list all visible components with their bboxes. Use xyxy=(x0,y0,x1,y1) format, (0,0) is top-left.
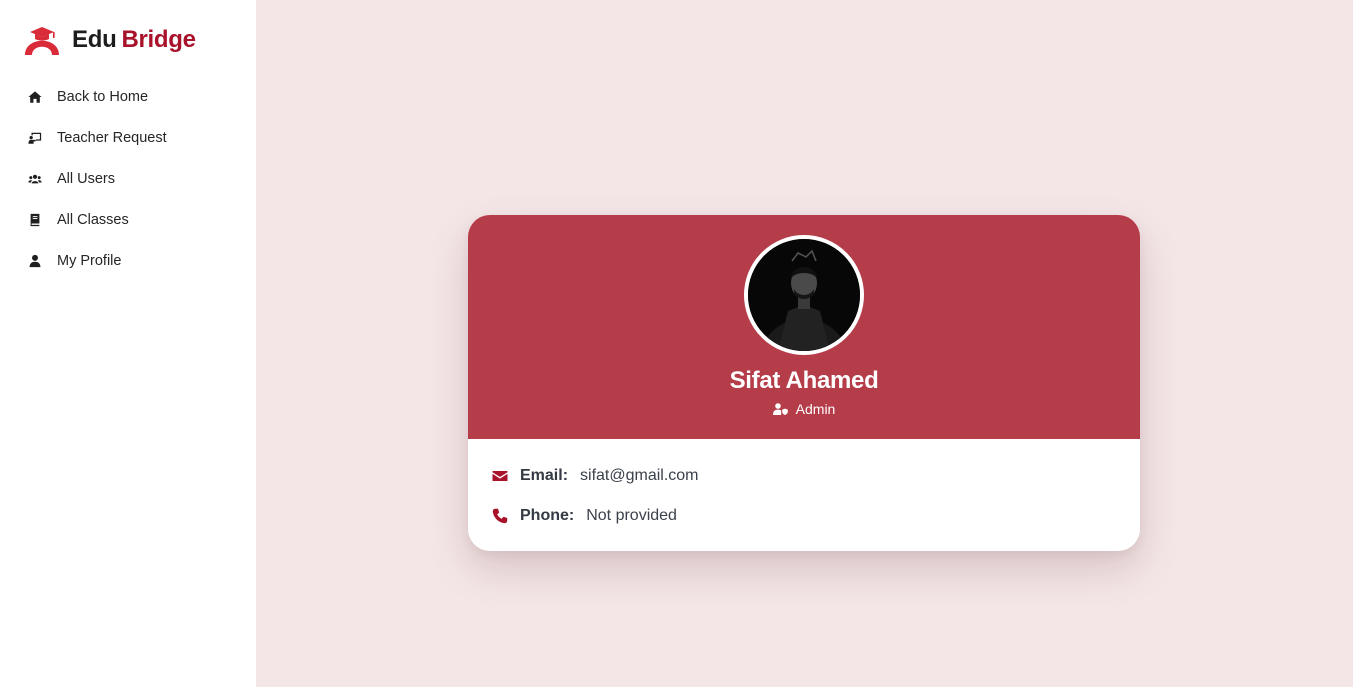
sidebar-item-label: My Profile xyxy=(57,252,122,269)
profile-role: Admin xyxy=(772,401,836,417)
phone-value: Not provided xyxy=(586,507,677,524)
sidebar-nav: Back to Home Teacher Request All Users A… xyxy=(22,76,256,281)
phone-label: Phone: xyxy=(520,507,575,524)
envelope-icon xyxy=(492,468,508,484)
email-row: Email: sifat@gmail.com xyxy=(492,465,1116,487)
users-icon xyxy=(27,171,43,187)
email-label: Email: xyxy=(520,467,569,484)
avatar xyxy=(744,235,864,355)
sidebar-item-my-profile[interactable]: My Profile xyxy=(22,240,256,281)
app-root: EduBridge Back to Home Teacher Request xyxy=(0,0,1353,687)
home-icon xyxy=(27,89,43,105)
sidebar-item-all-classes[interactable]: All Classes xyxy=(22,199,256,240)
brand-name-part1: Edu xyxy=(72,26,117,53)
profile-card: Sifat Ahamed Admin Email: sifat@gmail.co… xyxy=(468,215,1140,551)
sidebar-item-all-users[interactable]: All Users xyxy=(22,158,256,199)
user-icon xyxy=(27,253,43,269)
phone-row: Phone: Not provided xyxy=(492,505,1116,527)
sidebar-item-label: Teacher Request xyxy=(57,129,167,146)
profile-card-header: Sifat Ahamed Admin xyxy=(468,215,1140,439)
sidebar-item-label: All Classes xyxy=(57,211,129,228)
sidebar: EduBridge Back to Home Teacher Request xyxy=(0,0,256,687)
brand-name-part2: Bridge xyxy=(121,26,196,53)
brand-name: Edu Bridge xyxy=(72,26,196,54)
sidebar-item-teacher-request[interactable]: Teacher Request xyxy=(22,117,256,158)
graduation-arch-logo-icon xyxy=(22,24,62,56)
profile-card-body: Email: sifat@gmail.com Phone: Not provid… xyxy=(468,439,1140,527)
chalkboard-teacher-icon xyxy=(27,130,43,146)
sidebar-item-label: Back to Home xyxy=(57,88,149,105)
sidebar-item-label: All Users xyxy=(57,170,116,187)
phone-icon xyxy=(492,508,508,524)
profile-name: Sifat Ahamed xyxy=(729,367,879,394)
email-value: sifat@gmail.com xyxy=(580,467,699,484)
profile-role-label: Admin xyxy=(795,401,836,417)
main-content: Sifat Ahamed Admin Email: sifat@gmail.co… xyxy=(256,0,1353,687)
user-shield-icon xyxy=(772,403,788,415)
sidebar-item-back-to-home[interactable]: Back to Home xyxy=(22,76,256,117)
book-icon xyxy=(27,212,43,228)
brand-logo-link[interactable]: Edu Bridge xyxy=(22,24,256,56)
